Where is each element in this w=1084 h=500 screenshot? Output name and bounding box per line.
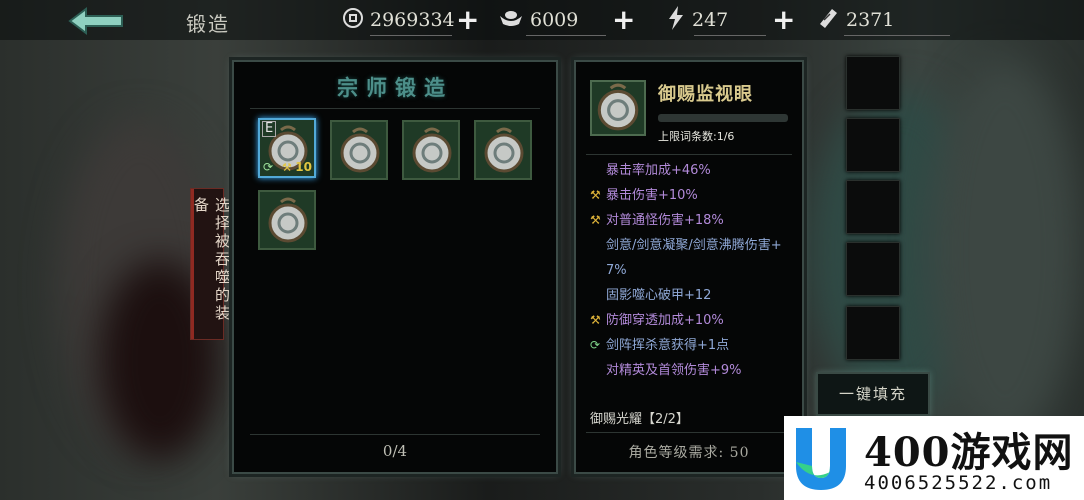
brand-logo-icon	[796, 428, 846, 490]
slot-level: 10	[295, 160, 312, 174]
empty-slot[interactable]	[846, 242, 900, 296]
ticket-icon	[816, 6, 840, 34]
stat-text: 剑意/剑意凝聚/剑意沸腾伤害+	[606, 238, 782, 253]
coin-icon	[342, 7, 364, 33]
item-detail-panel: 御赐监视眼 上限词条数:1/6 暴击率加成+46% ⚒ 暴击伤害+10% ⚒ 对普通怪伤…	[574, 60, 804, 474]
energy-value: 247	[692, 9, 729, 31]
amulet-icon	[412, 127, 452, 173]
refresh-icon: ⟳	[263, 160, 274, 174]
stat-list: 暴击率加成+46% ⚒ 暴击伤害+10% ⚒ 对普通怪伤害+18% 剑意/剑意凝聚/剑意沸…	[590, 158, 790, 383]
equipment-slot[interactable]	[402, 120, 460, 180]
empty-slot[interactable]	[846, 306, 900, 360]
equipment-slot[interactable]	[474, 120, 532, 180]
amulet-icon	[340, 127, 380, 173]
item-bar	[658, 114, 788, 122]
coin-value: 2969334	[370, 9, 455, 31]
equipment-slot[interactable]	[330, 120, 388, 180]
ingot-icon	[498, 7, 524, 33]
equipment-slot-selected[interactable]: E ⟳ ⚒ 10	[258, 118, 316, 178]
panel-title: 宗师锻造	[337, 75, 453, 100]
add-ingot-button[interactable]: +	[612, 6, 635, 34]
item-name: 御赐监视眼	[658, 84, 753, 105]
stat-text: 防御穿透加成+10%	[606, 313, 724, 328]
watermark-brand: 400游戏网	[864, 429, 1074, 476]
stat-line: ⚒ 对普通怪伤害+18%	[590, 208, 790, 233]
stat-line: 暴击率加成+46%	[590, 158, 790, 183]
set-name: 御赐光耀【2/2】	[590, 412, 689, 427]
hammer-icon: ⚒	[590, 313, 601, 327]
item-cap-text: 上限词条数:1/6	[658, 130, 735, 143]
stat-text: 剑阵挥杀意获得+1点	[606, 338, 730, 353]
empty-slot[interactable]	[846, 180, 900, 234]
add-coin-button[interactable]: +	[456, 6, 479, 34]
amulet-icon	[597, 83, 639, 131]
empty-slot[interactable]	[846, 118, 900, 172]
grade-badge: E	[262, 121, 277, 137]
selection-counter: 0/4	[382, 442, 408, 460]
watermark-number: 4006525522.com	[864, 472, 1053, 494]
stat-text: 对精英及首领伤害+9%	[606, 363, 742, 378]
amulet-icon	[484, 127, 524, 173]
ingot-value: 6009	[530, 9, 579, 31]
energy-counter: 247	[666, 5, 766, 36]
stat-text: 对普通怪伤害+18%	[606, 213, 724, 228]
stat-line: 7%	[590, 258, 790, 283]
page-title: 锻造	[186, 12, 230, 36]
refresh-icon: ⟳	[590, 338, 601, 352]
select-equipment-label[interactable]: 选择被吞噬的装备	[190, 188, 231, 340]
back-arrow-icon	[68, 7, 123, 35]
back-button[interactable]	[66, 6, 128, 36]
hammer-icon: ⚒	[590, 188, 601, 202]
add-energy-button[interactable]: +	[772, 6, 795, 34]
lightning-icon	[666, 5, 686, 35]
stat-text: 7%	[606, 263, 627, 278]
stat-line: 对精英及首领伤害+9%	[590, 358, 790, 383]
stat-line: 固影噬心破甲+12	[590, 283, 790, 308]
stat-text: 固影噬心破甲+12	[606, 288, 712, 303]
level-requirement: 角色等级需求: 50	[628, 445, 750, 461]
ticket-counter: 2371	[816, 6, 950, 36]
stat-line: ⚒ 暴击伤害+10%	[590, 183, 790, 208]
stat-line: 剑意/剑意凝聚/剑意沸腾伤害+	[590, 233, 790, 258]
stat-text: 暴击率加成+46%	[606, 163, 711, 178]
equipment-slot[interactable]	[258, 190, 316, 250]
amulet-icon	[268, 197, 308, 243]
stat-text: 暴击伤害+10%	[606, 188, 698, 203]
stat-line: ⟳ 剑阵挥杀意获得+1点	[590, 333, 790, 358]
hammer-icon: ⚒	[590, 213, 601, 227]
item-icon	[590, 80, 646, 136]
watermark: 400游戏网 4006525522.com	[784, 416, 1084, 500]
master-forge-panel: 宗师锻造 E ⟳ ⚒ 10 0/4	[232, 60, 558, 474]
auto-fill-button[interactable]: 一键填充	[816, 372, 930, 416]
empty-slot[interactable]	[846, 56, 900, 110]
stat-line: ⚒ 防御穿透加成+10%	[590, 308, 790, 333]
ingot-counter: 6009	[498, 6, 606, 36]
top-bar: 锻造 2969334 + 6009 + 247 + 2371	[0, 0, 1084, 40]
coin-counter: 2969334	[342, 6, 455, 36]
hammer-icon: ⚒	[282, 161, 292, 174]
ticket-value: 2371	[846, 9, 895, 31]
